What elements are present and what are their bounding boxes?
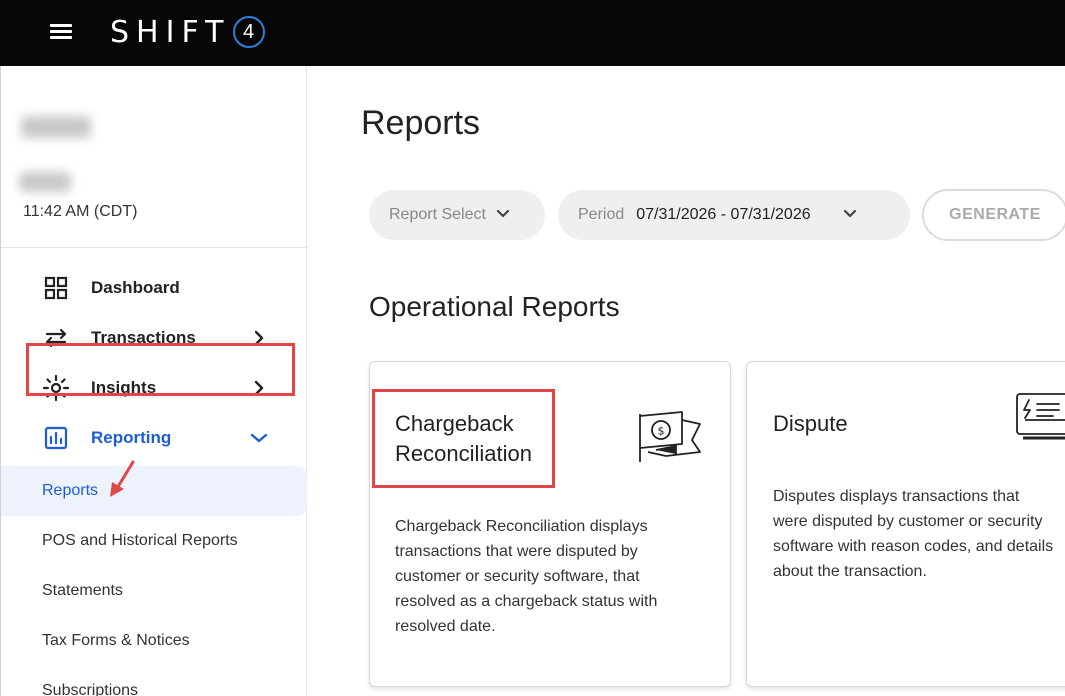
card-title: Dispute: [773, 411, 848, 436]
report-card-dispute[interactable]: Dispute Disputes displays transactions t…: [746, 361, 1065, 687]
sidebar-item-dashboard[interactable]: Dashboard: [41, 270, 271, 306]
chevron-down-icon: [496, 206, 510, 224]
card-description-line: customer or security software, that: [395, 568, 640, 585]
sidebar-subitem-tax-forms[interactable]: Tax Forms & Notices: [1, 616, 307, 666]
annotation-highlight-reporting: [26, 343, 295, 396]
blurred-account-id: [19, 172, 71, 192]
report-select-dropdown[interactable]: Report Select: [369, 190, 545, 240]
top-bar: SHIFT 4: [0, 0, 1065, 66]
current-time: 11:42 AM (CDT): [23, 203, 138, 220]
sidebar-subitem-reports[interactable]: Reports: [1, 466, 307, 516]
generate-button[interactable]: GENERATE: [922, 189, 1065, 241]
card-description-line: resolved as a chargeback status with: [395, 593, 658, 610]
card-description-line: Disputes displays transactions that: [773, 488, 1020, 505]
card-description: Chargeback Reconciliation displays trans…: [395, 514, 657, 639]
dashboard-grid-icon: [41, 273, 71, 303]
chargeback-flag-icon: $: [636, 410, 704, 471]
sidebar-item-reporting[interactable]: Reporting: [41, 420, 271, 456]
sidebar-subitem-pos-historical[interactable]: POS and Historical Reports: [1, 516, 307, 566]
report-select-label: Report Select: [389, 206, 486, 223]
card-description-line: were disputed by customer or security: [773, 513, 1043, 530]
card-description: Disputes displays transactions that were…: [773, 484, 1053, 584]
main-content: Reports Report Select Period 07/31/2026 …: [307, 66, 1065, 696]
sidebar-divider: [1, 247, 307, 248]
sidebar-subitem-subscriptions[interactable]: Subscriptions: [1, 666, 307, 696]
logo-text: SHIFT: [110, 14, 231, 50]
annotation-highlight-card-title: [372, 389, 555, 488]
period-dropdown[interactable]: Period 07/31/2026 - 07/31/2026: [558, 190, 910, 240]
chevron-down-icon[interactable]: [247, 426, 271, 450]
bar-chart-icon: [41, 423, 71, 453]
sidebar-item-label: Reporting: [91, 428, 172, 447]
period-label: Period: [578, 206, 625, 223]
section-title: Operational Reports: [369, 291, 620, 322]
period-value: 07/31/2026 - 07/31/2026: [636, 206, 811, 223]
hamburger-menu-icon[interactable]: [48, 21, 74, 41]
shift4-logo[interactable]: SHIFT 4: [110, 14, 265, 50]
card-description-line: transactions that were disputed by: [395, 543, 638, 560]
card-description-line: Chargeback Reconciliation displays: [395, 518, 648, 535]
card-description-line: resolved date.: [395, 618, 496, 635]
card-description-line: software with reason codes, and details: [773, 538, 1054, 555]
chevron-down-icon: [843, 206, 857, 224]
svg-text:$: $: [658, 425, 665, 438]
page-title: Reports: [361, 104, 481, 142]
card-description-line: about the transaction.: [773, 563, 927, 580]
logo-number: 4: [232, 16, 265, 48]
sidebar-subitem-statements[interactable]: Statements: [1, 566, 307, 616]
dispute-document-icon: [1013, 390, 1065, 451]
blurred-account-name: [21, 116, 91, 138]
sidebar-item-label: Dashboard: [91, 278, 180, 297]
